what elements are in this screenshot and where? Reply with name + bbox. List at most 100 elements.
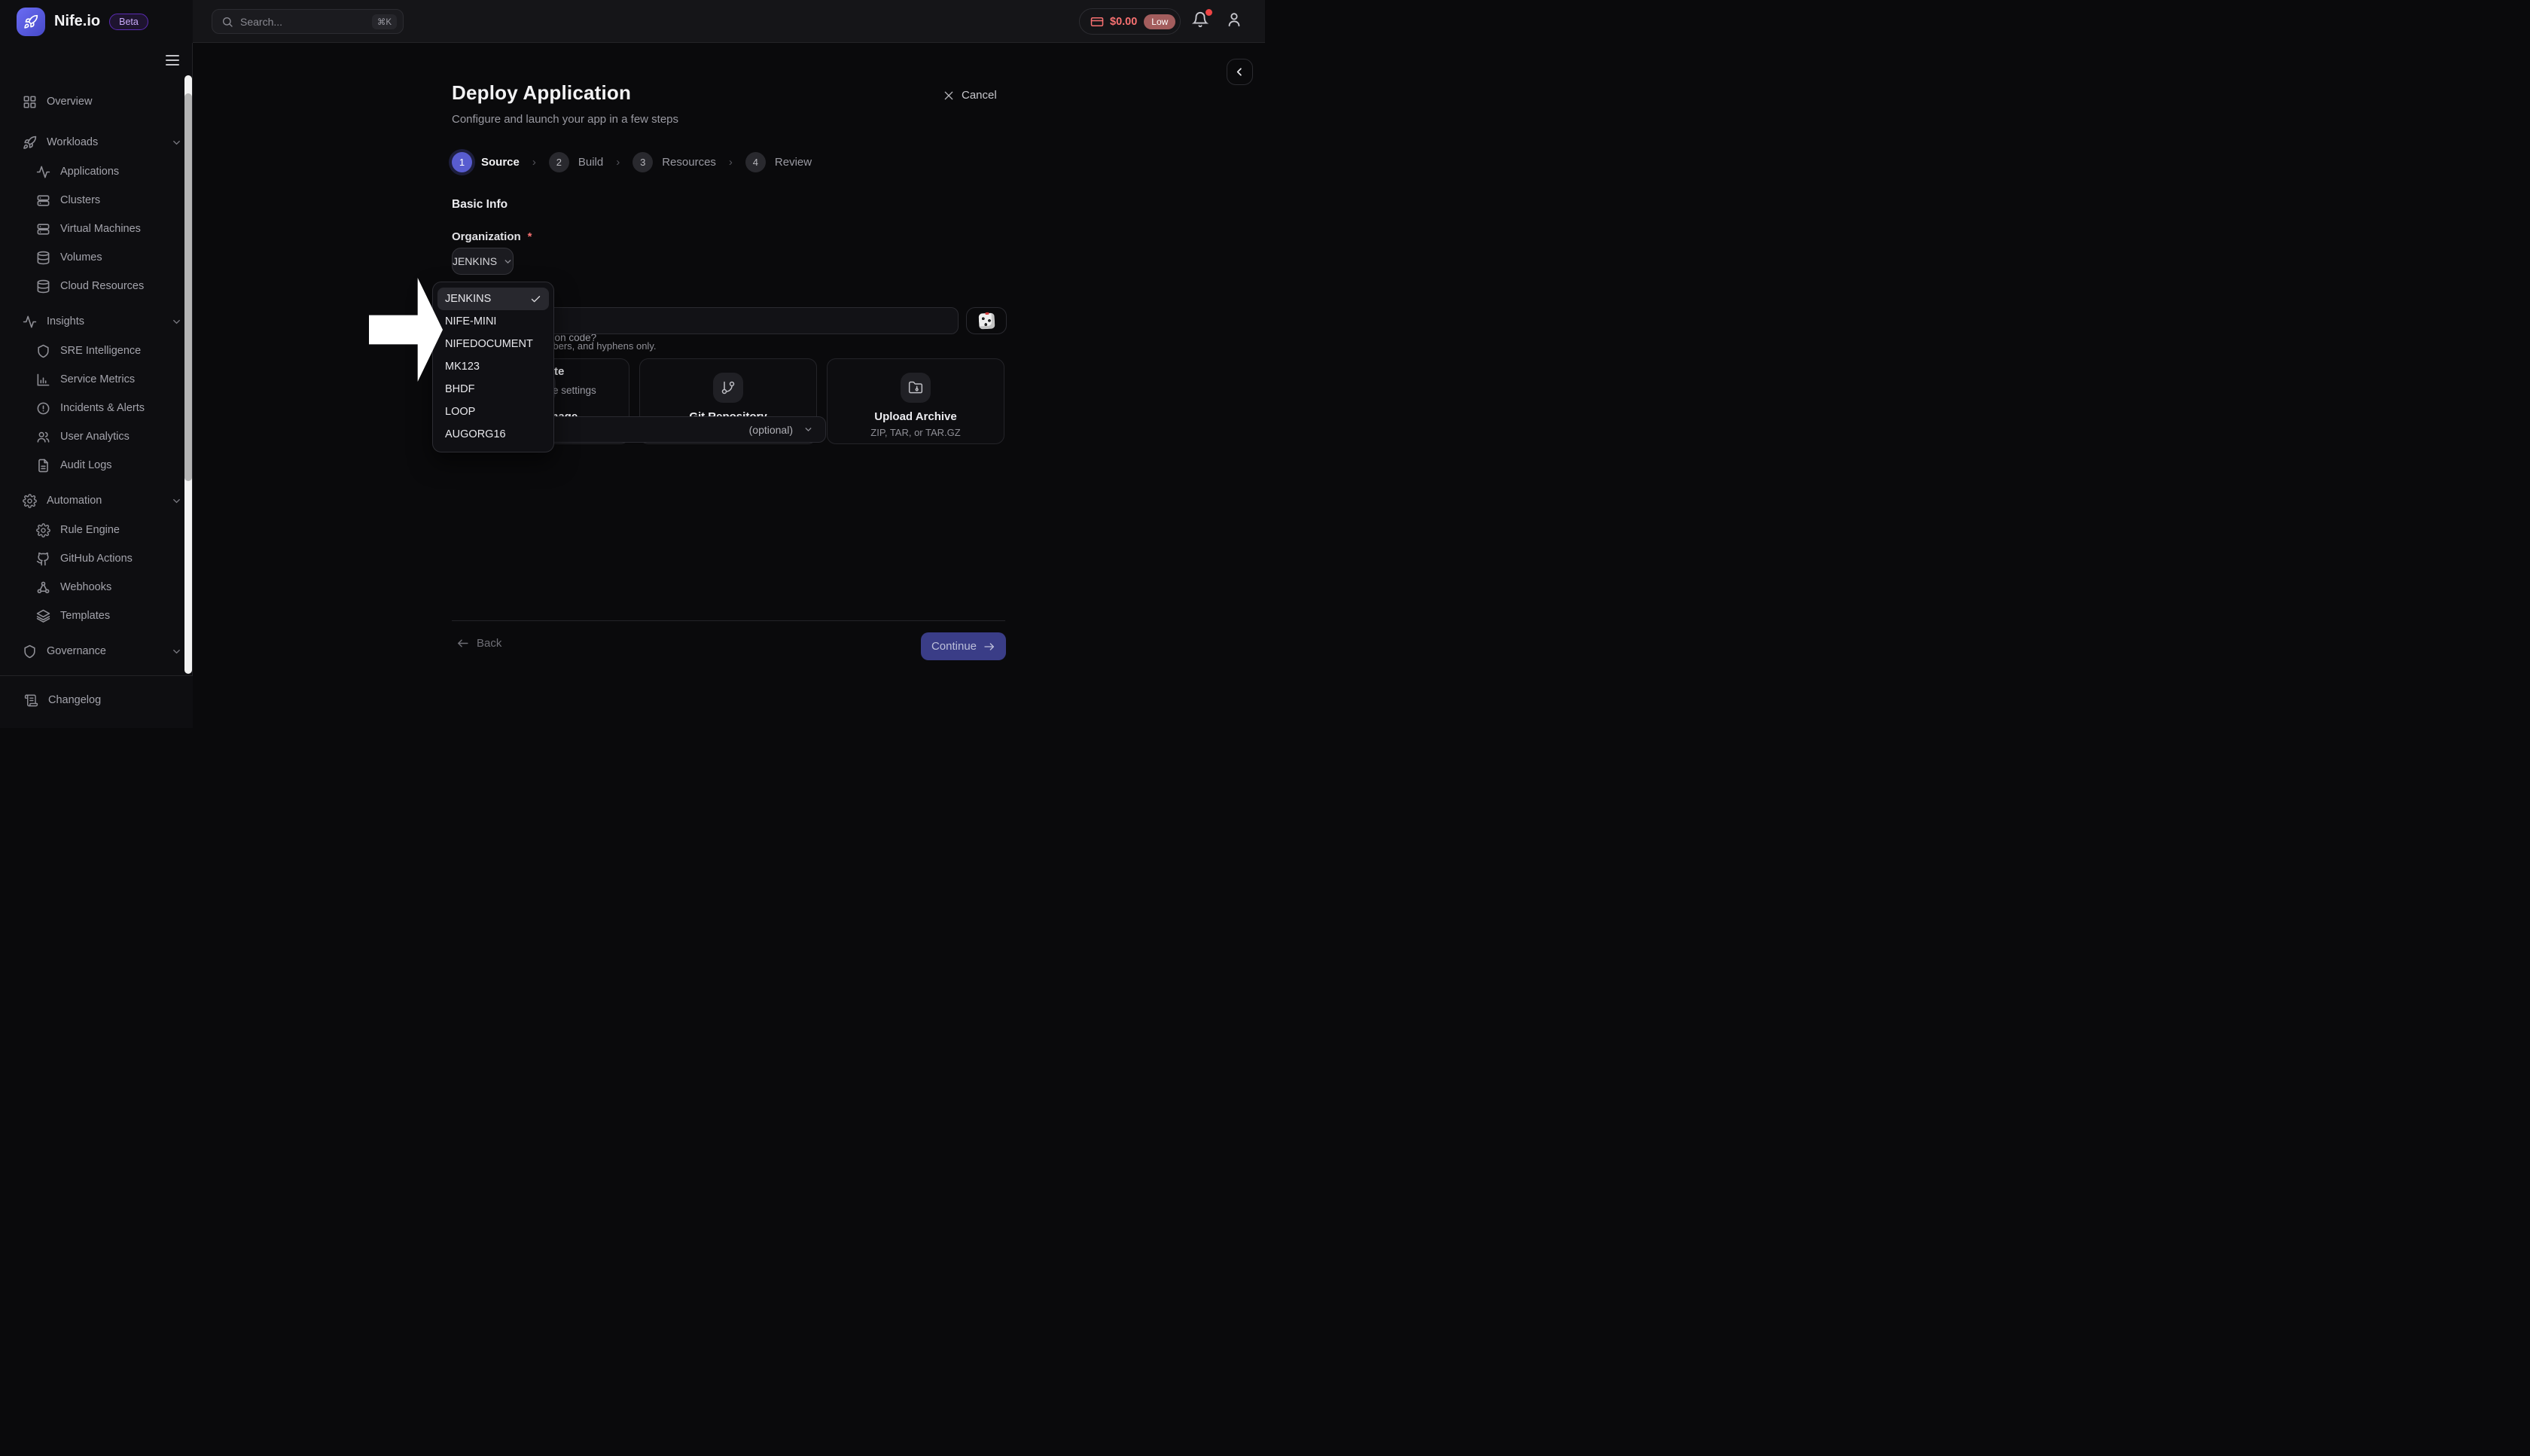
grid-icon — [23, 95, 37, 109]
sidebar-item-incidents-alerts[interactable]: Incidents & Alerts — [0, 394, 193, 422]
sidebar-item-virtual-machines[interactable]: Virtual Machines — [0, 215, 193, 243]
webhook-icon — [36, 580, 50, 595]
sidebar-item-changelog[interactable]: Changelog — [0, 676, 193, 724]
sidebar: Overview Workloads Applications Clusters… — [0, 43, 193, 728]
app-title: Nife.io — [54, 13, 100, 30]
page-title: Deploy Application — [452, 81, 631, 105]
panel-collapse-button[interactable] — [1227, 59, 1253, 85]
github-icon — [36, 552, 50, 566]
wallet-low-badge: Low — [1144, 14, 1175, 29]
brand-area: Nife.io Beta — [0, 0, 193, 43]
arrow-right-icon — [983, 641, 995, 653]
sidebar-item-sre-intelligence[interactable]: SRE Intelligence — [0, 337, 193, 365]
dropdown-option-bhdf[interactable]: BHDF — [437, 378, 549, 401]
chevron-right-icon: › — [532, 156, 536, 169]
sidebar-item-cloud-resources[interactable]: Cloud Resources — [0, 272, 193, 300]
dropdown-option-nife-mini[interactable]: NIFE-MINI — [437, 310, 549, 333]
step-1-label: Source — [481, 156, 520, 169]
arrow-left-icon — [456, 637, 469, 650]
sidebar-group-automation[interactable]: Automation — [0, 486, 193, 516]
sidebar-item-webhooks[interactable]: Webhooks — [0, 573, 193, 602]
chevron-down-icon — [171, 137, 182, 148]
gear-icon — [23, 494, 37, 508]
notifications-button[interactable] — [1192, 11, 1212, 31]
sidebar-collapse-button[interactable] — [166, 55, 179, 65]
sidebar-scrollbar[interactable] — [184, 75, 192, 674]
git-branch-icon — [713, 373, 743, 403]
dice-icon — [978, 312, 995, 329]
layers-icon — [36, 609, 50, 623]
beta-badge: Beta — [109, 14, 148, 30]
scrollbar-thumb[interactable] — [184, 93, 192, 481]
scroll-icon — [24, 693, 38, 708]
folder-archive-icon — [901, 373, 931, 403]
notification-dot — [1206, 9, 1212, 16]
step-4-circle[interactable]: 4 — [745, 152, 766, 172]
sidebar-group-governance[interactable]: Governance — [0, 636, 193, 666]
organization-label: Organization* — [452, 230, 532, 243]
random-name-button[interactable] — [966, 307, 1007, 334]
sidebar-item-user-analytics[interactable]: User Analytics — [0, 422, 193, 451]
sidebar-item-github-actions[interactable]: GitHub Actions — [0, 544, 193, 573]
sidebar-group-workloads[interactable]: Workloads — [0, 127, 193, 157]
source-card-upload-archive[interactable]: Upload Archive ZIP, TAR, or TAR.GZ — [827, 358, 1004, 444]
search-icon — [221, 16, 233, 28]
chevron-down-icon — [171, 316, 182, 327]
shield-icon — [23, 644, 37, 659]
sidebar-item-overview[interactable]: Overview — [0, 87, 193, 117]
chevron-left-icon — [1233, 65, 1246, 78]
required-asterisk: * — [528, 230, 532, 243]
occluded-heading-fragment: te — [554, 365, 564, 378]
sidebar-item-clusters[interactable]: Clusters — [0, 186, 193, 215]
sidebar-scroll-area: Overview Workloads Applications Clusters… — [0, 43, 193, 675]
continue-button[interactable]: Continue — [921, 632, 1006, 660]
chevron-down-icon — [171, 646, 182, 657]
dropdown-option-augorg16[interactable]: AUGORG16 — [437, 423, 549, 446]
close-icon — [943, 90, 955, 102]
server-icon — [36, 193, 50, 208]
footer-divider — [452, 620, 1005, 621]
nife-logo-icon[interactable] — [17, 8, 45, 36]
rocket-icon — [23, 136, 37, 150]
dropdown-option-jenkins[interactable]: JENKINS — [437, 288, 549, 310]
wallet-button[interactable]: $0.00 Low — [1079, 8, 1181, 35]
sidebar-footer: Changelog — [0, 675, 193, 728]
wizard-stepper: 1 Source › 2 Build › 3 Resources › 4 Rev… — [452, 152, 812, 172]
sidebar-item-templates[interactable]: Templates — [0, 602, 193, 630]
sidebar-item-volumes[interactable]: Volumes — [0, 243, 193, 272]
back-button[interactable]: Back — [456, 637, 501, 650]
users-icon — [36, 430, 50, 444]
basic-info-heading: Basic Info — [452, 198, 508, 212]
credit-card-icon — [1090, 15, 1104, 29]
sidebar-item-rule-engine[interactable]: Rule Engine — [0, 516, 193, 544]
sidebar-item-organizations[interactable]: Organizations — [0, 666, 193, 675]
account-button[interactable] — [1226, 11, 1245, 31]
page-subtitle: Configure and launch your app in a few s… — [452, 113, 678, 126]
organization-select[interactable]: JENKINS — [452, 248, 514, 275]
database-icon — [36, 251, 50, 265]
dropdown-option-loop[interactable]: LOOP — [437, 401, 549, 423]
step-3-label: Resources — [662, 156, 716, 169]
cancel-button[interactable]: Cancel — [943, 89, 997, 102]
dropdown-option-mk123[interactable]: MK123 — [437, 355, 549, 378]
occluded-subtext-fragment: e settings — [553, 385, 596, 396]
sidebar-item-applications[interactable]: Applications — [0, 157, 193, 186]
step-3-circle[interactable]: 3 — [632, 152, 653, 172]
search-input[interactable]: Search... ⌘K — [212, 9, 404, 34]
cog-icon — [36, 523, 50, 538]
step-2-circle[interactable]: 2 — [549, 152, 569, 172]
sidebar-group-insights[interactable]: Insights — [0, 306, 193, 337]
sidebar-item-audit-logs[interactable]: Audit Logs — [0, 451, 193, 480]
chevron-down-icon — [803, 425, 813, 434]
organization-dropdown-menu: JENKINS NIFE-MINI NIFEDOCUMENT MK123 BHD… — [432, 282, 554, 452]
chevron-right-icon: › — [616, 156, 620, 169]
user-icon — [1226, 11, 1242, 28]
sidebar-item-service-metrics[interactable]: Service Metrics — [0, 365, 193, 394]
alert-circle-icon — [36, 401, 50, 416]
file-text-icon — [36, 458, 50, 473]
search-shortcut-badge: ⌘K — [372, 14, 397, 29]
step-1-circle[interactable]: 1 — [452, 152, 472, 172]
chevron-down-icon — [171, 495, 182, 507]
dropdown-option-nifedocument[interactable]: NIFEDOCUMENT — [437, 333, 549, 355]
server-icon — [36, 222, 50, 236]
